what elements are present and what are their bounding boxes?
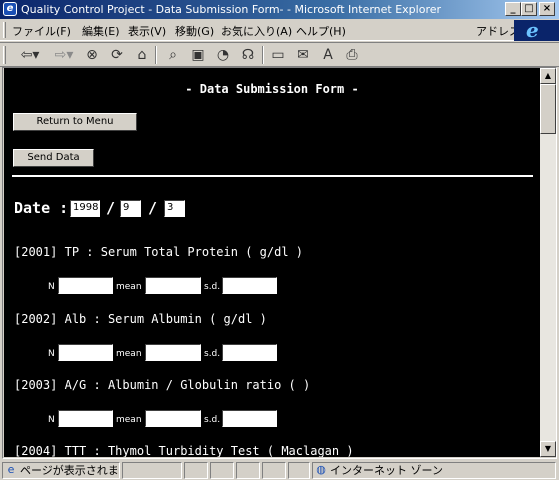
security-zone: インターネット ゾーン: [330, 464, 443, 477]
menu-help[interactable]: ヘルプ(H): [296, 23, 346, 39]
channels-icon[interactable]: ☊: [238, 46, 258, 64]
window-title: Quality Control Project - Data Submissio…: [21, 3, 442, 16]
n-input[interactable]: [58, 277, 113, 294]
status-message: ページが表示されました: [20, 464, 119, 477]
test-item-name: TTT : Thymol Turbidity Test ( Maclagan ): [64, 444, 354, 457]
page-title: - Data Submission Form -: [185, 82, 359, 96]
mean-input[interactable]: [145, 277, 201, 294]
test-item-name: A/G : Albumin / Globulin ratio ( ): [64, 378, 311, 392]
status-pane: [210, 462, 234, 479]
search-icon[interactable]: ⌕: [163, 46, 183, 64]
mean-input[interactable]: [145, 344, 201, 361]
forward-icon[interactable]: ⇨▾: [50, 46, 78, 64]
menu-bar: ファイル(F) 編集(E) 表示(V) 移動(G) お気に入り(A) ヘルプ(H…: [0, 19, 559, 41]
toolbar: ⇦▾ ⇨▾ ⊗ ⟳ ⌂ ⌕ ▣ ◔ ☊ ▭ ✉ A ⎙: [0, 42, 559, 67]
globe-icon: ◍: [316, 463, 326, 476]
n-input[interactable]: [58, 344, 113, 361]
date-label: Date :: [14, 199, 69, 217]
toolbar-grip[interactable]: [3, 46, 6, 64]
divider: [12, 175, 533, 177]
close-button[interactable]: ×: [539, 2, 555, 16]
status-progress-pane: [122, 462, 182, 479]
scroll-down-button[interactable]: ▼: [540, 441, 556, 457]
return-to-menu-button[interactable]: Return to Menu: [13, 113, 137, 131]
date-month-input[interactable]: 9: [120, 200, 141, 217]
sd-label: s.d.: [204, 415, 221, 425]
n-input[interactable]: [58, 410, 113, 427]
sd-input[interactable]: [222, 344, 277, 361]
stop-icon[interactable]: ⊗: [82, 46, 102, 64]
page-viewport: - Data Submission Form - Return to Menu …: [4, 68, 540, 457]
n-label: N: [48, 349, 55, 359]
mean-input[interactable]: [145, 410, 201, 427]
n-label: N: [48, 415, 55, 425]
send-data-button[interactable]: Send Data: [13, 149, 94, 167]
menu-view[interactable]: 表示(V): [128, 23, 166, 39]
test-item-code: [2001]: [14, 245, 58, 259]
status-pane: [262, 462, 286, 479]
fullscreen-icon[interactable]: ▭: [268, 46, 288, 64]
menu-edit[interactable]: 編集(E): [82, 23, 120, 39]
menu-favorites[interactable]: お気に入り(A): [221, 23, 292, 39]
maximize-button[interactable]: □: [521, 2, 537, 16]
sd-label: s.d.: [204, 282, 221, 292]
date-year-input[interactable]: 1998: [70, 200, 100, 217]
page-done-icon: e: [7, 463, 15, 476]
mean-label: mean: [116, 282, 142, 292]
status-message-pane: e ページが表示されました: [2, 462, 120, 479]
test-item-code: [2004]: [14, 444, 58, 457]
date-day-input[interactable]: 3: [164, 200, 185, 217]
menu-grip[interactable]: [3, 22, 6, 38]
home-icon[interactable]: ⌂: [132, 46, 152, 64]
title-bar: e Quality Control Project - Data Submiss…: [0, 0, 559, 19]
test-item-title: [2003] A/G : Albumin / Globulin ratio ( …: [14, 378, 310, 392]
test-item-code: [2002]: [14, 312, 58, 326]
test-item-title: [2001] TP : Serum Total Protein ( g/dl ): [14, 245, 303, 259]
minimize-button[interactable]: _: [505, 2, 521, 16]
date-separator: /: [106, 199, 116, 217]
test-item-code: [2003]: [14, 378, 58, 392]
security-zone-pane: ◍ インターネット ゾーン: [312, 462, 556, 479]
scroll-thumb[interactable]: [540, 84, 556, 134]
vertical-scrollbar[interactable]: ▲ ▼: [540, 68, 556, 457]
refresh-icon[interactable]: ⟳: [107, 46, 127, 64]
test-item-title: [2002] Alb : Serum Albumin ( g/dl ): [14, 312, 267, 326]
scroll-up-button[interactable]: ▲: [540, 68, 556, 84]
mean-label: mean: [116, 415, 142, 425]
n-label: N: [48, 282, 55, 292]
font-icon[interactable]: A: [318, 46, 338, 64]
test-item-name: Alb : Serum Albumin ( g/dl ): [64, 312, 267, 326]
test-item-title: [2004] TTT : Thymol Turbidity Test ( Mac…: [14, 444, 354, 457]
sd-input[interactable]: [222, 277, 277, 294]
status-pane: [236, 462, 260, 479]
status-bar: e ページが表示されました ◍ インターネット ゾーン: [0, 460, 559, 480]
test-item-name: TP : Serum Total Protein ( g/dl ): [64, 245, 304, 259]
date-separator: /: [148, 199, 158, 217]
mean-label: mean: [116, 349, 142, 359]
sd-input[interactable]: [222, 410, 277, 427]
print-icon[interactable]: ⎙: [342, 46, 362, 64]
sd-label: s.d.: [204, 349, 221, 359]
status-pane: [288, 462, 310, 479]
ie-app-icon[interactable]: e: [3, 2, 17, 16]
back-icon[interactable]: ⇦▾: [16, 46, 44, 64]
menu-file[interactable]: ファイル(F): [12, 23, 71, 39]
menu-go[interactable]: 移動(G): [175, 23, 214, 39]
favorites-icon[interactable]: ▣: [188, 46, 208, 64]
history-icon[interactable]: ◔: [213, 46, 233, 64]
toolbar-separator: [262, 46, 264, 64]
status-pane: [184, 462, 208, 479]
toolbar-separator: [155, 46, 157, 64]
ie-throbber-logo: e: [514, 18, 559, 42]
mail-icon[interactable]: ✉: [293, 46, 313, 64]
